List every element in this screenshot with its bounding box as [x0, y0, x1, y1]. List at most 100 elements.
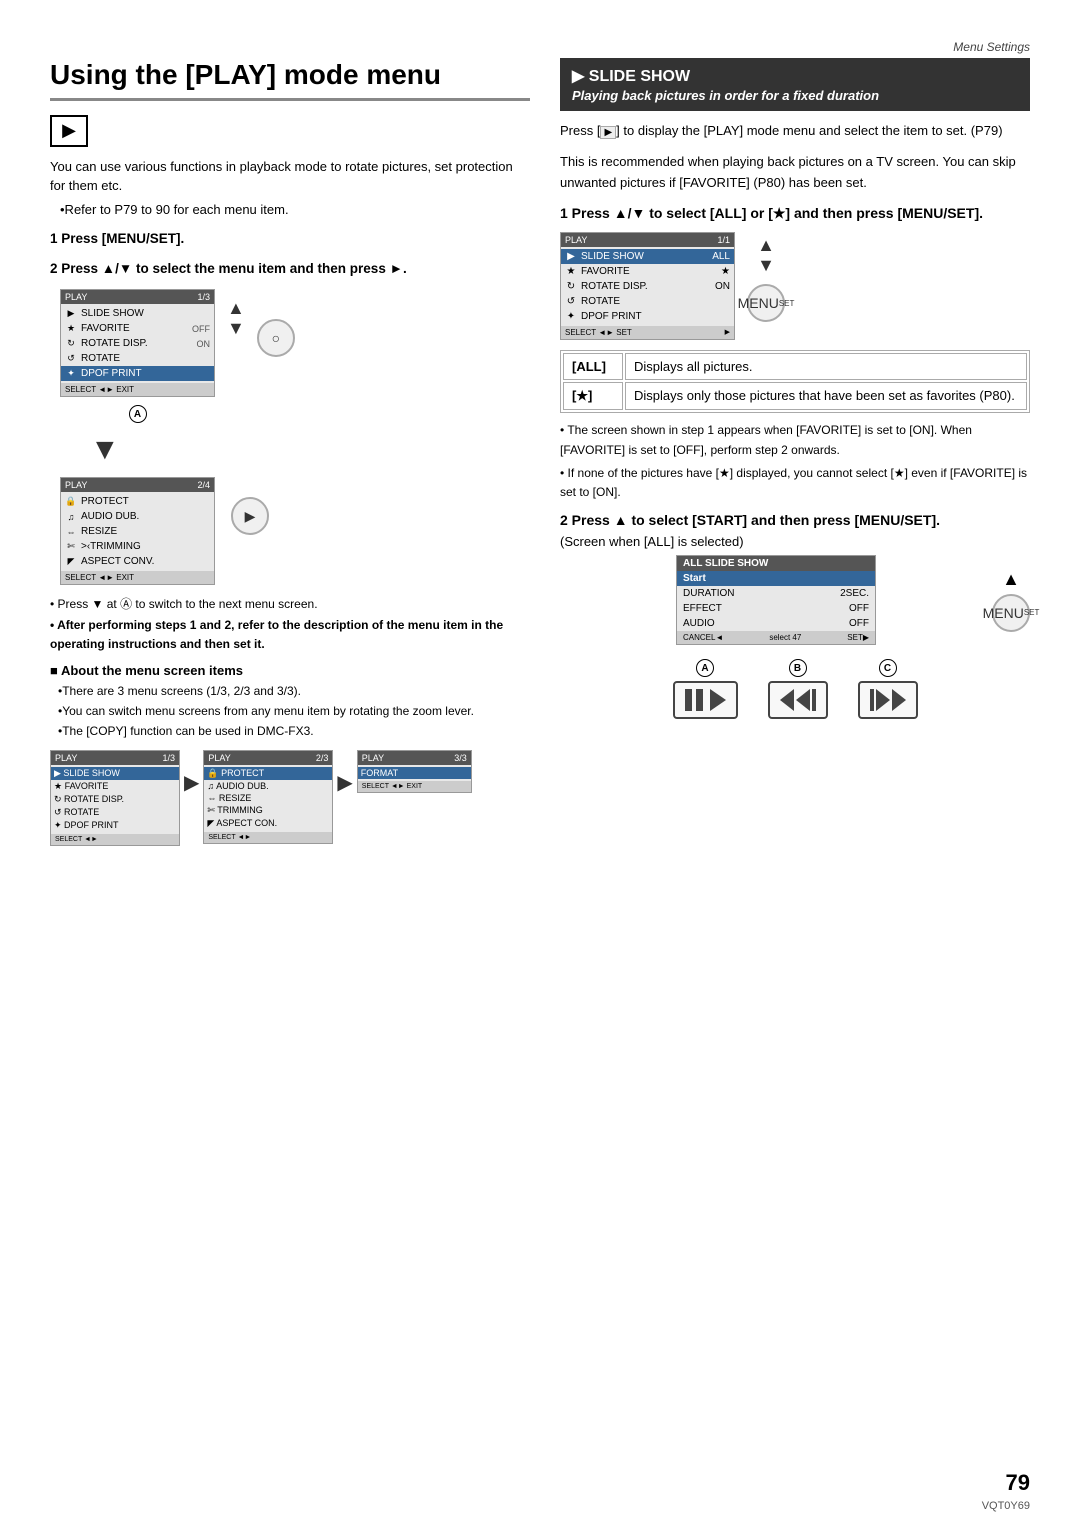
menu-row: FORMAT — [358, 767, 471, 779]
select-47: select 47 — [769, 633, 801, 642]
menu-screen-1: PLAY 1/3 ▶ SLIDE SHOW ★ FAVORITE OF — [60, 289, 215, 397]
slide-show-icon: ▶ — [65, 308, 77, 319]
star-value: Displays only those pictures that have b… — [625, 382, 1027, 410]
menu-row-selected: ✦ DPOF PRINT — [61, 366, 214, 381]
three-screen-1: PLAY1/3 ▶ SLIDE SHOW ★ FAVORITE ↻ ROTATE… — [50, 750, 180, 846]
slide-up-arrow: ▲ — [1002, 569, 1020, 590]
ff-tri-2 — [892, 689, 906, 711]
menu-settings-label: Menu Settings — [50, 40, 1030, 54]
menu-screen-2-container: PLAY 2/4 🔒 PROTECT ♫ AUDIO DUB. — [60, 477, 530, 585]
menu-circle-btn-2[interactable]: ▶ — [231, 497, 269, 535]
label-c: C — [879, 659, 897, 677]
play-mode-icon: ▶ — [62, 120, 76, 141]
btn-group-a: A — [673, 659, 738, 719]
btn-a-icon[interactable] — [673, 681, 738, 719]
menu-screen-1-body: ▶ SLIDE SHOW ★ FAVORITE OFF ↻ ROTATE DIS… — [61, 304, 214, 383]
slide-duration-row: DURATION 2SEC. — [677, 586, 875, 601]
rewind-icon — [780, 689, 816, 711]
menu-row: ✦ DPOF PRINT — [51, 819, 179, 832]
rotate-icon: ↺ — [65, 353, 77, 364]
right-step1: 1 Press ▲/▼ to select [ALL] or [★] and t… — [560, 203, 1030, 224]
about-item-3: •The [COPY] function can be used in DMC-… — [50, 722, 530, 740]
slide-show-subtitle: Playing back pictures in order for a fix… — [572, 88, 1018, 103]
label-a: A — [129, 405, 147, 423]
version-number: VQT0Y69 — [982, 1500, 1030, 1512]
about-section: ■ About the menu screen items •There are… — [50, 663, 530, 740]
slide-settings-footer: CANCEL◄ select 47 SET▶ — [677, 631, 875, 644]
three-screens-row: PLAY1/3 ▶ SLIDE SHOW ★ FAVORITE ↻ ROTATE… — [50, 750, 530, 846]
slide-audio-row: AUDIO OFF — [677, 616, 875, 631]
trimming-icon: ✄ — [65, 541, 77, 552]
arrow-down-container: ▼ — [90, 433, 530, 467]
menu-row: ♫ AUDIO DUB. — [204, 780, 332, 792]
protect-icon: 🔒 — [65, 496, 77, 507]
menu-screen-2: PLAY 2/4 🔒 PROTECT ♫ AUDIO DUB. — [60, 477, 215, 585]
menu-row: ◤ ASPECT CON. — [204, 817, 332, 830]
intro-bullet: •Refer to P79 to 90 for each menu item. — [60, 202, 530, 217]
menu-row: ★ FAVORITE OFF — [61, 321, 214, 336]
about-title: ■ About the menu screen items — [50, 663, 530, 678]
slide-effect-row: EFFECT OFF — [677, 601, 875, 616]
play-mode-icon-box: ▶ — [50, 115, 88, 147]
menu-screen-2-footer: SELECT ◄► EXIT — [61, 571, 214, 584]
slide-show-title: ▶ SLIDE SHOW — [572, 66, 1018, 86]
bullet-notes: • Press ▼ at Ⓐ to switch to the next men… — [50, 595, 530, 655]
menu-row: 🔒 PROTECT — [204, 767, 332, 780]
page-title: Using the [PLAY] mode menu — [50, 58, 530, 101]
intro-text: You can use various functions in playbac… — [50, 157, 530, 196]
slide-menu-btn[interactable]: MENUSET — [992, 594, 1030, 632]
right-vert-arrows: ▲ ▼ — [757, 236, 775, 274]
right-down-arrow: ▼ — [757, 256, 775, 274]
menu-screen-1-header: PLAY 1/3 — [61, 290, 214, 304]
slide-arrows: ▲ MENUSET — [992, 569, 1030, 632]
menu-row: ▶ SLIDE SHOW ALL — [561, 249, 734, 264]
about-item-2: •You can switch menu screens from any me… — [50, 702, 530, 720]
up-arrow: ▲ — [227, 299, 245, 317]
fav-row-icon: ★ — [565, 266, 577, 277]
menu-row: ↺ ROTATE — [51, 806, 179, 819]
right-bullet-1: • The screen shown in step 1 appears whe… — [560, 421, 1030, 459]
menu-row: ✄ >‹TRIMMING — [61, 539, 214, 554]
ff-tri-1 — [876, 689, 890, 711]
menu-row: ↺ ROTATE — [561, 294, 734, 309]
right-intro-1: Press [▶] to display the [PLAY] mode men… — [560, 121, 1030, 142]
menu-row: ★ FAVORITE ★ — [561, 264, 734, 279]
table-row: [★] Displays only those pictures that ha… — [563, 382, 1027, 410]
up-down-arrows: ▲ ▼ — [227, 299, 245, 337]
menu-set-btn[interactable]: MENUSET — [747, 284, 785, 322]
rot-disp-row-icon: ↻ — [565, 281, 577, 292]
favorite-icon: ★ — [65, 323, 77, 334]
bullet-note-2: • After performing steps 1 and 2, refer … — [50, 616, 530, 654]
slide-settings-container: ALL SLIDE SHOW Start DURATION 2SEC. EFFE… — [570, 555, 1030, 645]
resize-icon: ⇔ — [65, 527, 77, 537]
right-menu-screen: PLAY1/1 ▶ SLIDE SHOW ALL ★ FAVORITE ★ — [560, 232, 735, 340]
menu-row: ↺ ROTATE — [61, 351, 214, 366]
rot-row-icon: ↺ — [565, 296, 577, 307]
dpof-row-icon: ✦ — [565, 311, 577, 322]
right-intro-2: This is recommended when playing back pi… — [560, 152, 1030, 194]
right-up-arrow: ▲ — [757, 236, 775, 254]
pause-icon — [685, 689, 703, 711]
menu-row: ♫ AUDIO DUB. — [61, 509, 214, 524]
btn-group-c: C — [858, 659, 918, 719]
slide-show-icon: ▶ — [572, 68, 584, 85]
menu-row: ★ FAVORITE — [51, 780, 179, 793]
btn-b-icon[interactable] — [768, 681, 828, 719]
rewind-tri-1 — [780, 689, 794, 711]
menu-row: ▶ SLIDE SHOW — [61, 306, 214, 321]
all-key: [ALL] — [563, 353, 623, 380]
btn-c-icon[interactable] — [858, 681, 918, 719]
aspect-conv-icon: ◤ — [65, 556, 77, 567]
three-screen-1-footer: SELECT ◄► — [51, 834, 179, 845]
menu-screen-1-container: PLAY 1/3 ▶ SLIDE SHOW ★ FAVORITE OF — [60, 289, 530, 423]
star-key: [★] — [563, 382, 623, 410]
right-bullet-2: • If none of the pictures have [★] displ… — [560, 464, 1030, 502]
slide-show-row-icon: ▶ — [565, 251, 577, 262]
menu-row: ⇔ RESIZE — [61, 524, 214, 539]
rewind-bar — [812, 689, 816, 711]
sub-step-label: (Screen when [ALL] is selected) — [560, 534, 1030, 549]
menu-row: 🔒 PROTECT — [61, 494, 214, 509]
arrow-right-1: ▶ — [184, 770, 199, 795]
menu-screen-2-body: 🔒 PROTECT ♫ AUDIO DUB. ⇔ RESIZE ✄ — [61, 492, 214, 571]
menu-circle-btn-1[interactable]: ○ — [257, 319, 295, 357]
